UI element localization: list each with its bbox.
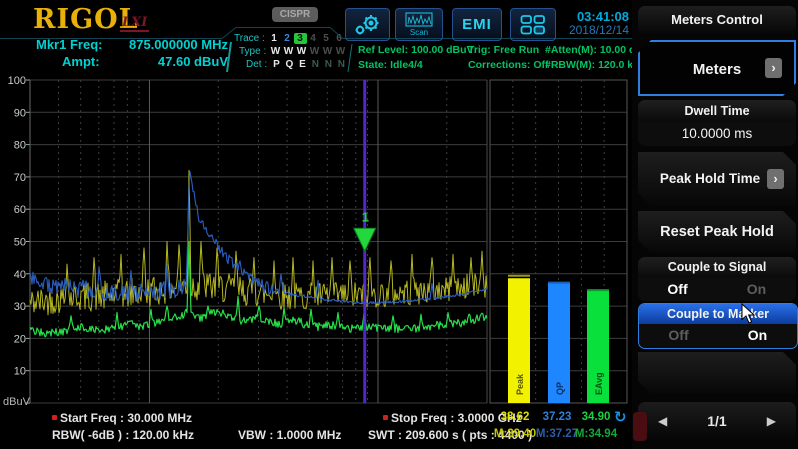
svg-text:90: 90 xyxy=(14,107,26,119)
couple-marker-on-option[interactable]: On xyxy=(718,324,797,347)
dwell-time-label: Dwell Time xyxy=(638,100,796,121)
meters-button-label: Meters xyxy=(693,61,741,78)
svg-text:100: 100 xyxy=(8,75,26,87)
svg-text:70: 70 xyxy=(14,172,26,184)
softkey-blank xyxy=(638,352,796,394)
marker-triangle-icon[interactable] xyxy=(354,228,376,251)
sidebar-edge-accent xyxy=(633,412,647,441)
mouse-cursor xyxy=(741,303,757,324)
softkey-dwell-time[interactable]: Dwell Time 10.0000 ms xyxy=(638,100,796,146)
prev-page-arrow[interactable]: ◀ xyxy=(658,414,667,428)
svg-text:10: 10 xyxy=(14,366,26,378)
next-page-arrow[interactable]: ▶ xyxy=(767,414,776,428)
meter-peak-max: M:39.40 xyxy=(492,428,538,440)
meter-eavg-value: 34.90 xyxy=(573,411,619,423)
submenu-arrow-icon: › xyxy=(767,169,784,189)
rbw-readout: RBW( -6dB ) : 120.00 kHz xyxy=(52,428,194,442)
softkey-reset-peak-hold[interactable]: Reset Peak Hold xyxy=(638,211,796,253)
softkey-meters[interactable]: Meters › xyxy=(638,40,796,96)
meter-bars: Peak QP EAvg xyxy=(508,276,609,403)
couple-to-marker-label: Couple to Marker xyxy=(639,304,797,324)
analyzer-screen: 1020304050607080901001PeakQPEAvg RIGOL L… xyxy=(0,0,798,449)
meter-bar-label: QP xyxy=(555,382,565,395)
vbw-readout: VBW : 1.0000 MHz xyxy=(238,428,341,442)
y-axis-unit: dBuV xyxy=(3,396,30,408)
peak-hold-time-label: Peak Hold Time xyxy=(660,171,760,186)
sidebar-title: Meters Control xyxy=(638,6,796,34)
continuous-measure-icon: ↻ xyxy=(614,408,627,426)
svg-text:30: 30 xyxy=(14,301,26,313)
stop-freq-dot xyxy=(383,415,388,420)
couple-signal-off-option[interactable]: Off xyxy=(638,277,717,301)
svg-text:20: 20 xyxy=(14,333,26,345)
dwell-time-value: 10.0000 ms xyxy=(638,121,796,146)
submenu-arrow-icon: › xyxy=(765,58,782,78)
page-indicator: 1/1 xyxy=(707,413,726,429)
marker-number: 1 xyxy=(362,209,369,224)
meter-bar-label: Peak xyxy=(515,373,525,395)
start-freq-readout: Start Freq : 30.000 MHz xyxy=(52,411,192,425)
svg-text:50: 50 xyxy=(14,237,26,249)
svg-text:80: 80 xyxy=(14,140,26,152)
header-frame xyxy=(0,0,632,76)
meter-eavg-max: M:34.94 xyxy=(573,428,619,440)
meter-peak-value: 38.62 xyxy=(492,411,538,423)
page-navigator: ◀ 1/1 ▶ xyxy=(638,402,796,440)
start-freq-dot xyxy=(52,415,57,420)
softkey-couple-to-marker[interactable]: Couple to Marker Off On xyxy=(638,303,798,349)
chart-grid: 10 20 30 40 50 60 70 80 90 100 xyxy=(8,75,627,403)
couple-signal-on-option[interactable]: On xyxy=(717,277,796,301)
svg-text:60: 60 xyxy=(14,204,26,216)
meter-bar-label: EAvg xyxy=(594,372,604,395)
couple-to-signal-label: Couple to Signal xyxy=(638,257,796,277)
softkey-couple-to-signal[interactable]: Couple to Signal Off On xyxy=(638,257,796,301)
couple-marker-off-option[interactable]: Off xyxy=(639,324,718,347)
softkey-peak-hold-time[interactable]: Peak Hold Time › xyxy=(638,152,796,206)
svg-text:40: 40 xyxy=(14,269,26,281)
